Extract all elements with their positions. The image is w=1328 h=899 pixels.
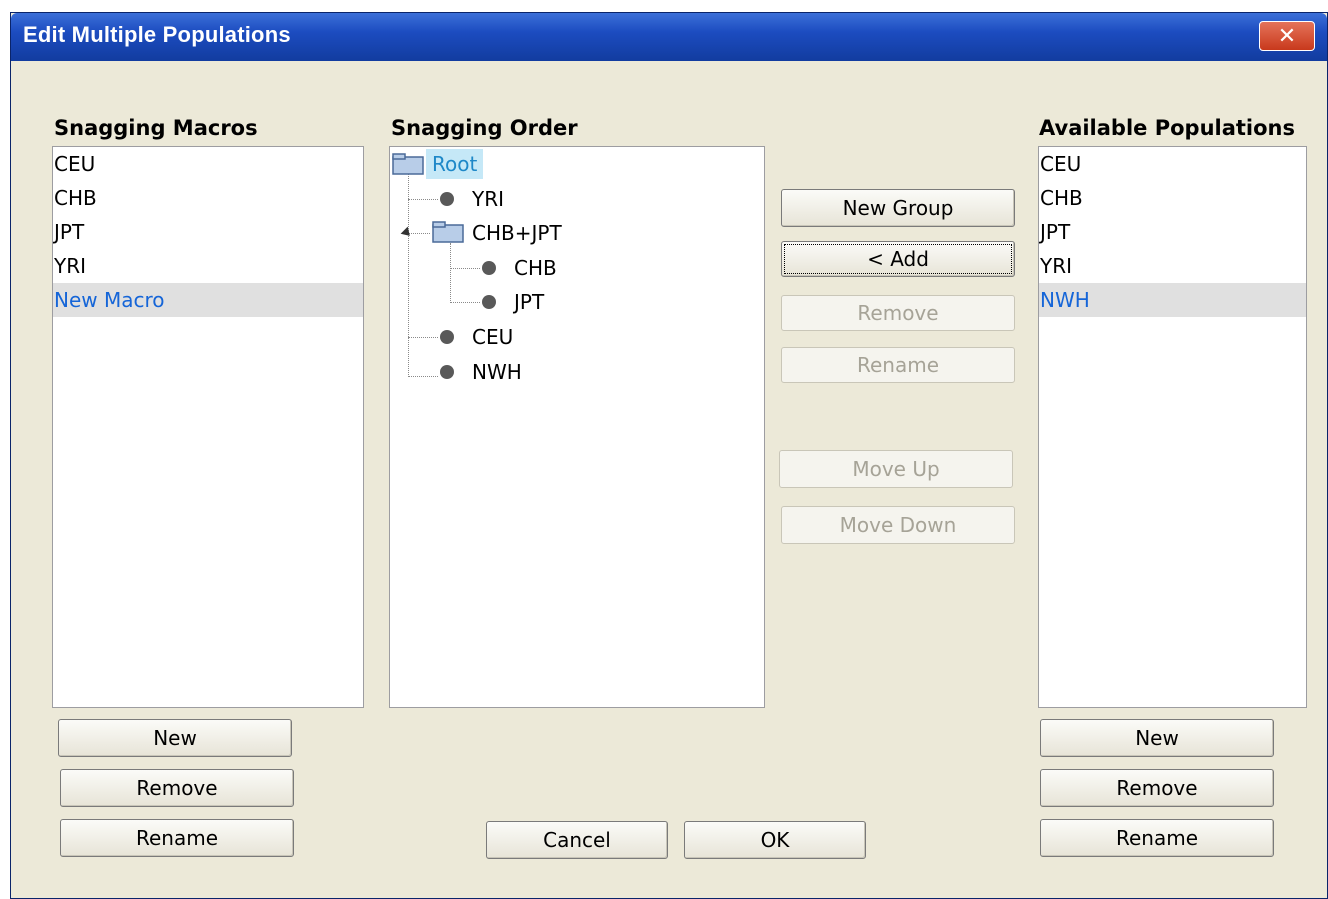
rename-node-button[interactable]: Rename: [781, 347, 1015, 383]
macro-new-button[interactable]: New: [58, 719, 292, 757]
close-button[interactable]: ✕: [1259, 21, 1315, 51]
cancel-button[interactable]: Cancel: [486, 821, 668, 859]
folder-icon: [432, 221, 464, 243]
population-rename-button[interactable]: Rename: [1040, 819, 1274, 857]
edit-populations-dialog: Edit Multiple Populations ✕ Snagging Mac…: [10, 12, 1328, 899]
leaf-node-icon: [482, 261, 496, 275]
population-item-ceu[interactable]: CEU: [1039, 147, 1306, 181]
order-tree[interactable]: Root YRI CHB+JPT CHB JPT CEU NWH: [389, 146, 765, 708]
move-up-button[interactable]: Move Up: [779, 450, 1013, 488]
macro-item-new-macro[interactable]: New Macro: [53, 283, 363, 317]
tree-node-jpt[interactable]: JPT: [514, 287, 544, 317]
macro-rename-button[interactable]: Rename: [60, 819, 294, 857]
population-item-nwh[interactable]: NWH: [1039, 283, 1306, 317]
title-bar[interactable]: Edit Multiple Populations ✕: [11, 13, 1327, 61]
window-title: Edit Multiple Populations: [23, 22, 291, 47]
tree-expander-icon[interactable]: [400, 226, 414, 240]
macros-label: Snagging Macros: [54, 116, 258, 140]
population-remove-button[interactable]: Remove: [1040, 769, 1274, 807]
ok-button[interactable]: OK: [684, 821, 866, 859]
new-group-button[interactable]: New Group: [781, 189, 1015, 227]
tree-node-root[interactable]: Root: [426, 149, 484, 179]
tree-node-group[interactable]: CHB+JPT: [472, 218, 562, 248]
macros-list[interactable]: CEU CHB JPT YRI New Macro: [52, 146, 364, 708]
macro-item-chb[interactable]: CHB: [53, 181, 363, 215]
leaf-node-icon: [482, 295, 496, 309]
population-new-button[interactable]: New: [1040, 719, 1274, 757]
macro-item-ceu[interactable]: CEU: [53, 147, 363, 181]
tree-node-yri[interactable]: YRI: [472, 184, 504, 214]
tree-node-ceu[interactable]: CEU: [472, 322, 513, 352]
leaf-node-icon: [440, 365, 454, 379]
population-item-chb[interactable]: CHB: [1039, 181, 1306, 215]
available-list[interactable]: CEU CHB JPT YRI NWH: [1038, 146, 1307, 708]
leaf-node-icon: [440, 192, 454, 206]
order-label: Snagging Order: [391, 116, 578, 140]
population-item-jpt[interactable]: JPT: [1039, 215, 1306, 249]
tree-node-nwh[interactable]: NWH: [472, 357, 522, 387]
close-icon: ✕: [1277, 23, 1297, 49]
population-item-yri[interactable]: YRI: [1039, 249, 1306, 283]
move-down-button[interactable]: Move Down: [781, 506, 1015, 544]
macro-item-jpt[interactable]: JPT: [53, 215, 363, 249]
macro-remove-button[interactable]: Remove: [60, 769, 294, 807]
remove-node-button[interactable]: Remove: [781, 295, 1015, 331]
available-label: Available Populations: [1039, 116, 1295, 140]
folder-icon: [392, 153, 424, 175]
leaf-node-icon: [440, 330, 454, 344]
macro-item-yri[interactable]: YRI: [53, 249, 363, 283]
add-button[interactable]: < Add: [781, 241, 1015, 277]
tree-node-chb[interactable]: CHB: [514, 253, 557, 283]
